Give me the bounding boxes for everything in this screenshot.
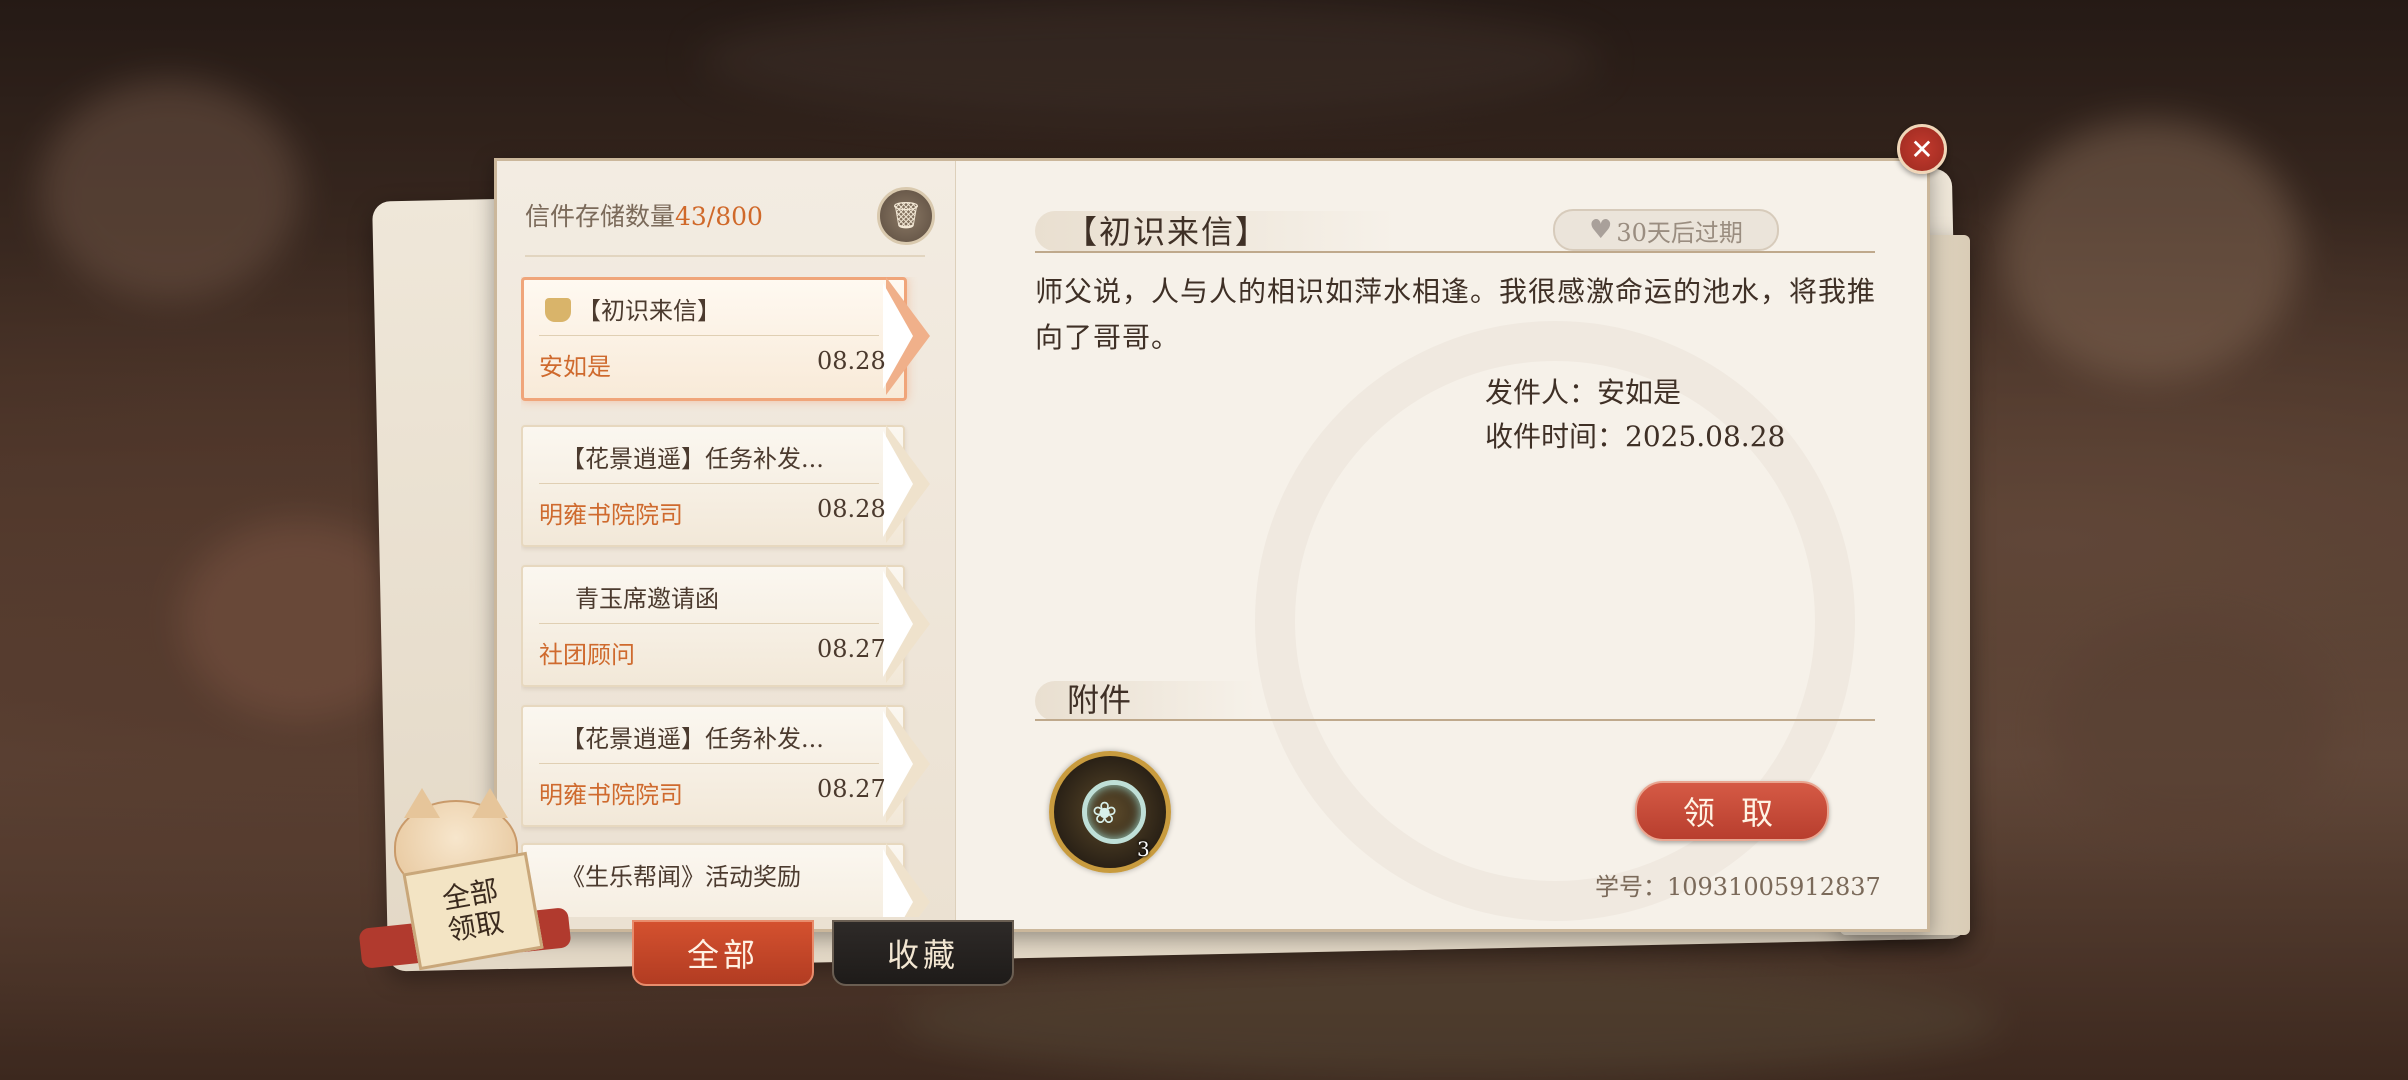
mail-item[interactable]: 青玉席邀请函 社团顾问 08.27 bbox=[521, 565, 939, 687]
mail-date: 08.28 bbox=[817, 495, 886, 523]
tab-favorites[interactable]: 收藏 bbox=[832, 920, 1014, 986]
attachment-item[interactable]: ❀ bbox=[1049, 751, 1171, 873]
mail-sender: 社团顾问 bbox=[539, 641, 635, 669]
attachment-count: 3 bbox=[1137, 837, 1150, 861]
expire-badge: ♥ 30天后过期 bbox=[1553, 209, 1779, 251]
receive-time: 收件时间：2025.08.28 bbox=[1485, 420, 1786, 453]
mail-item[interactable]: 【初识来信】 安如是 08.28 bbox=[521, 277, 939, 401]
storage-number: 43/800 bbox=[675, 202, 763, 231]
claim-all-sign: 全部 领取 bbox=[402, 851, 544, 971]
storage-count: 信件存储数量43/800 bbox=[525, 197, 763, 233]
trash-icon[interactable]: 🗑 bbox=[877, 187, 935, 245]
mail-detail: 【初识来信】 ♥ 30天后过期 师父说，人与人的相识如萍水相逢。我很感激命运的池水… bbox=[955, 161, 1927, 929]
storage-label: 信件存储数量 bbox=[525, 202, 676, 231]
close-icon[interactable]: ✕ bbox=[1897, 124, 1947, 174]
mail-panel: 信件存储数量43/800 🗑 【初识来信】 安如是 08.28 【花景逍遥】任务… bbox=[494, 158, 1930, 932]
mail-body: 师父说，人与人的相识如萍水相逢。我很感激命运的池水，将我推向了哥哥。 bbox=[1035, 275, 1877, 354]
mail-item[interactable]: 【花景逍遥】任务补发... 明雍书院院司 08.28 bbox=[521, 425, 939, 547]
mail-date: 08.27 bbox=[817, 775, 886, 803]
mail-item[interactable]: 【花景逍遥】任务补发... 明雍书院院司 08.27 bbox=[521, 705, 939, 827]
heart-icon: ♥ bbox=[1589, 215, 1613, 245]
mail-title: 【花景逍遥】任务补发... bbox=[561, 725, 824, 753]
mail-item[interactable]: 《生乐帮闻》活动奖励 bbox=[521, 843, 939, 917]
mail-title: 【花景逍遥】任务补发... bbox=[561, 445, 824, 473]
student-id: 学号：10931005912837 bbox=[1595, 873, 1881, 901]
claim-all-button[interactable]: 全部 领取 bbox=[358, 788, 580, 971]
mail-seal-icon bbox=[545, 298, 571, 322]
mail-title: 《生乐帮闻》活动奖励 bbox=[561, 863, 801, 891]
mail-title: 【初识来信】 bbox=[545, 291, 721, 326]
mail-detail-title: 【初识来信】 bbox=[1065, 213, 1270, 251]
sender-line: 发件人：安如是 bbox=[1485, 376, 1682, 409]
mail-title: 青玉席邀请函 bbox=[575, 585, 719, 613]
mail-sender: 安如是 bbox=[539, 353, 611, 381]
mail-date: 08.27 bbox=[817, 635, 886, 663]
divider bbox=[525, 255, 925, 257]
mail-list[interactable]: 【初识来信】 安如是 08.28 【花景逍遥】任务补发... 明雍书院院司 08… bbox=[521, 277, 951, 917]
attachment-heading: 附件 bbox=[1067, 681, 1132, 719]
claim-button[interactable]: 领 取 bbox=[1635, 781, 1829, 841]
mail-sender: 明雍书院院司 bbox=[539, 501, 683, 529]
tab-all[interactable]: 全部 bbox=[632, 920, 814, 986]
mail-date: 08.28 bbox=[817, 347, 886, 375]
